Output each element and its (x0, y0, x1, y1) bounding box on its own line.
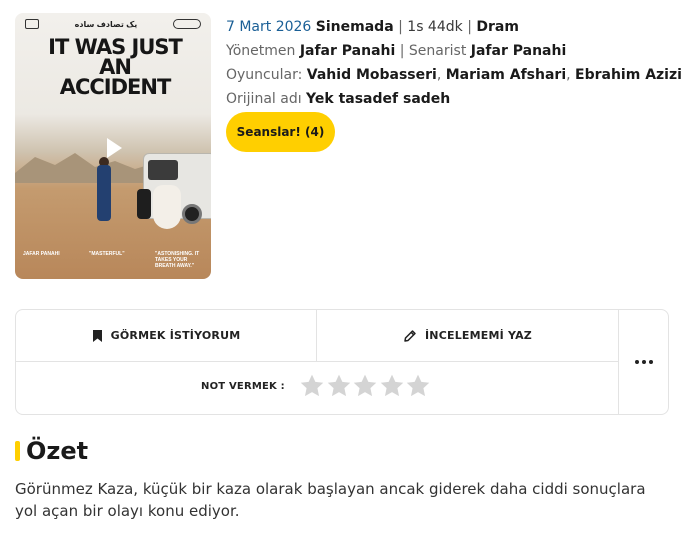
cast-link-3[interactable]: Ebrahim Azizi (575, 67, 682, 83)
rating-row: NOT VERMEK : (16, 362, 619, 414)
summary-heading: Özet (26, 437, 89, 465)
star-icon-1[interactable] (299, 373, 325, 399)
watchlist-label: GÖRMEK İSTİYORUM (110, 329, 241, 342)
star-icon-3[interactable] (352, 373, 378, 399)
star-icon-5[interactable] (405, 373, 431, 399)
star-icon-2[interactable] (326, 373, 352, 399)
original-title: Yek tasadef sadeh (306, 91, 451, 107)
summary-text: Görünmez Kaza, küçük bir kaza olarak baş… (15, 480, 646, 520)
bookmark-icon (92, 329, 102, 342)
more-options-button[interactable] (619, 310, 669, 414)
writer-link[interactable]: Jafar Panahi (471, 43, 566, 59)
genre-link[interactable]: Dram (476, 19, 519, 35)
poster-credits: JAFAR PANAHI "MASTERFUL" "ASTONISHING. I… (23, 251, 203, 269)
duration: 1s 44dk (407, 19, 463, 35)
heading-accent-bar (15, 441, 20, 461)
poster-credit-quote-1: "MASTERFUL" (89, 251, 125, 257)
watchlist-button[interactable]: GÖRMEK İSTİYORUM (16, 310, 317, 362)
poster-native-title: یک تصادف ساده (74, 19, 138, 29)
poster-credit-quote-2: "ASTONISHING. IT TAKES YOUR BREATH AWAY.… (155, 251, 200, 269)
original-title-label: Orijinal adı (226, 91, 302, 107)
director-link[interactable]: Jafar Panahi (300, 43, 395, 59)
cast-link-1[interactable]: Vahid Mobasseri (307, 67, 437, 83)
write-review-button[interactable]: İNCELEMEMİ YAZ (317, 310, 619, 362)
rating-label: NOT VERMEK : (201, 381, 285, 392)
poster-credit-director: JAFAR PANAHI (23, 251, 60, 257)
user-actions-panel: GÖRMEK İSTİYORUM İNCELEMEMİ YAZ NOT VERM… (15, 309, 669, 415)
writer-label: Senarist (408, 43, 467, 59)
release-status: Sinemada (315, 19, 394, 35)
summary-heading-row: Özet (15, 437, 88, 465)
meta-crew-row: Yönetmen Jafar Panahi | Senarist Jafar P… (226, 43, 567, 59)
meta-release-row: 7 Mart 2026 Sinemada | 1s 44dk | Dram (226, 19, 519, 35)
star-icon-4[interactable] (379, 373, 405, 399)
showtimes-button[interactable]: Seanslar! (4) (226, 112, 335, 152)
person-graphic (97, 165, 111, 221)
person-seated-graphic (137, 189, 151, 219)
festival-badge-icon (25, 19, 39, 29)
cast-link-2[interactable]: Mariam Afshari (446, 67, 566, 83)
more-dots-icon (635, 360, 653, 364)
poster-title: IT WAS JUST AN ACCIDENT (48, 35, 183, 99)
director-label: Yönetmen (226, 43, 296, 59)
poster-top-bar: یک تصادف ساده (15, 13, 211, 35)
meta-original-title-row: Orijinal adı Yek tasadef sadeh (226, 90, 666, 114)
play-icon[interactable] (103, 135, 125, 161)
movie-poster[interactable]: یک تصادف ساده IT WAS JUST AN ACCIDENT JA… (15, 13, 211, 279)
pencil-icon (404, 329, 416, 342)
star-rating[interactable] (299, 373, 432, 399)
write-review-label: İNCELEMEMİ YAZ (425, 329, 532, 342)
bride-graphic (153, 185, 181, 229)
meta-cast-row: Oyuncular: Vahid Mobasseri, Mariam Afsha… (226, 67, 682, 83)
award-badge-icon (172, 19, 201, 29)
release-date[interactable]: 7 Mart 2026 (226, 19, 311, 35)
cast-label: Oyuncular: (226, 67, 303, 83)
movie-meta: 7 Mart 2026 Sinemada | 1s 44dk | Dram Yö… (226, 18, 682, 114)
